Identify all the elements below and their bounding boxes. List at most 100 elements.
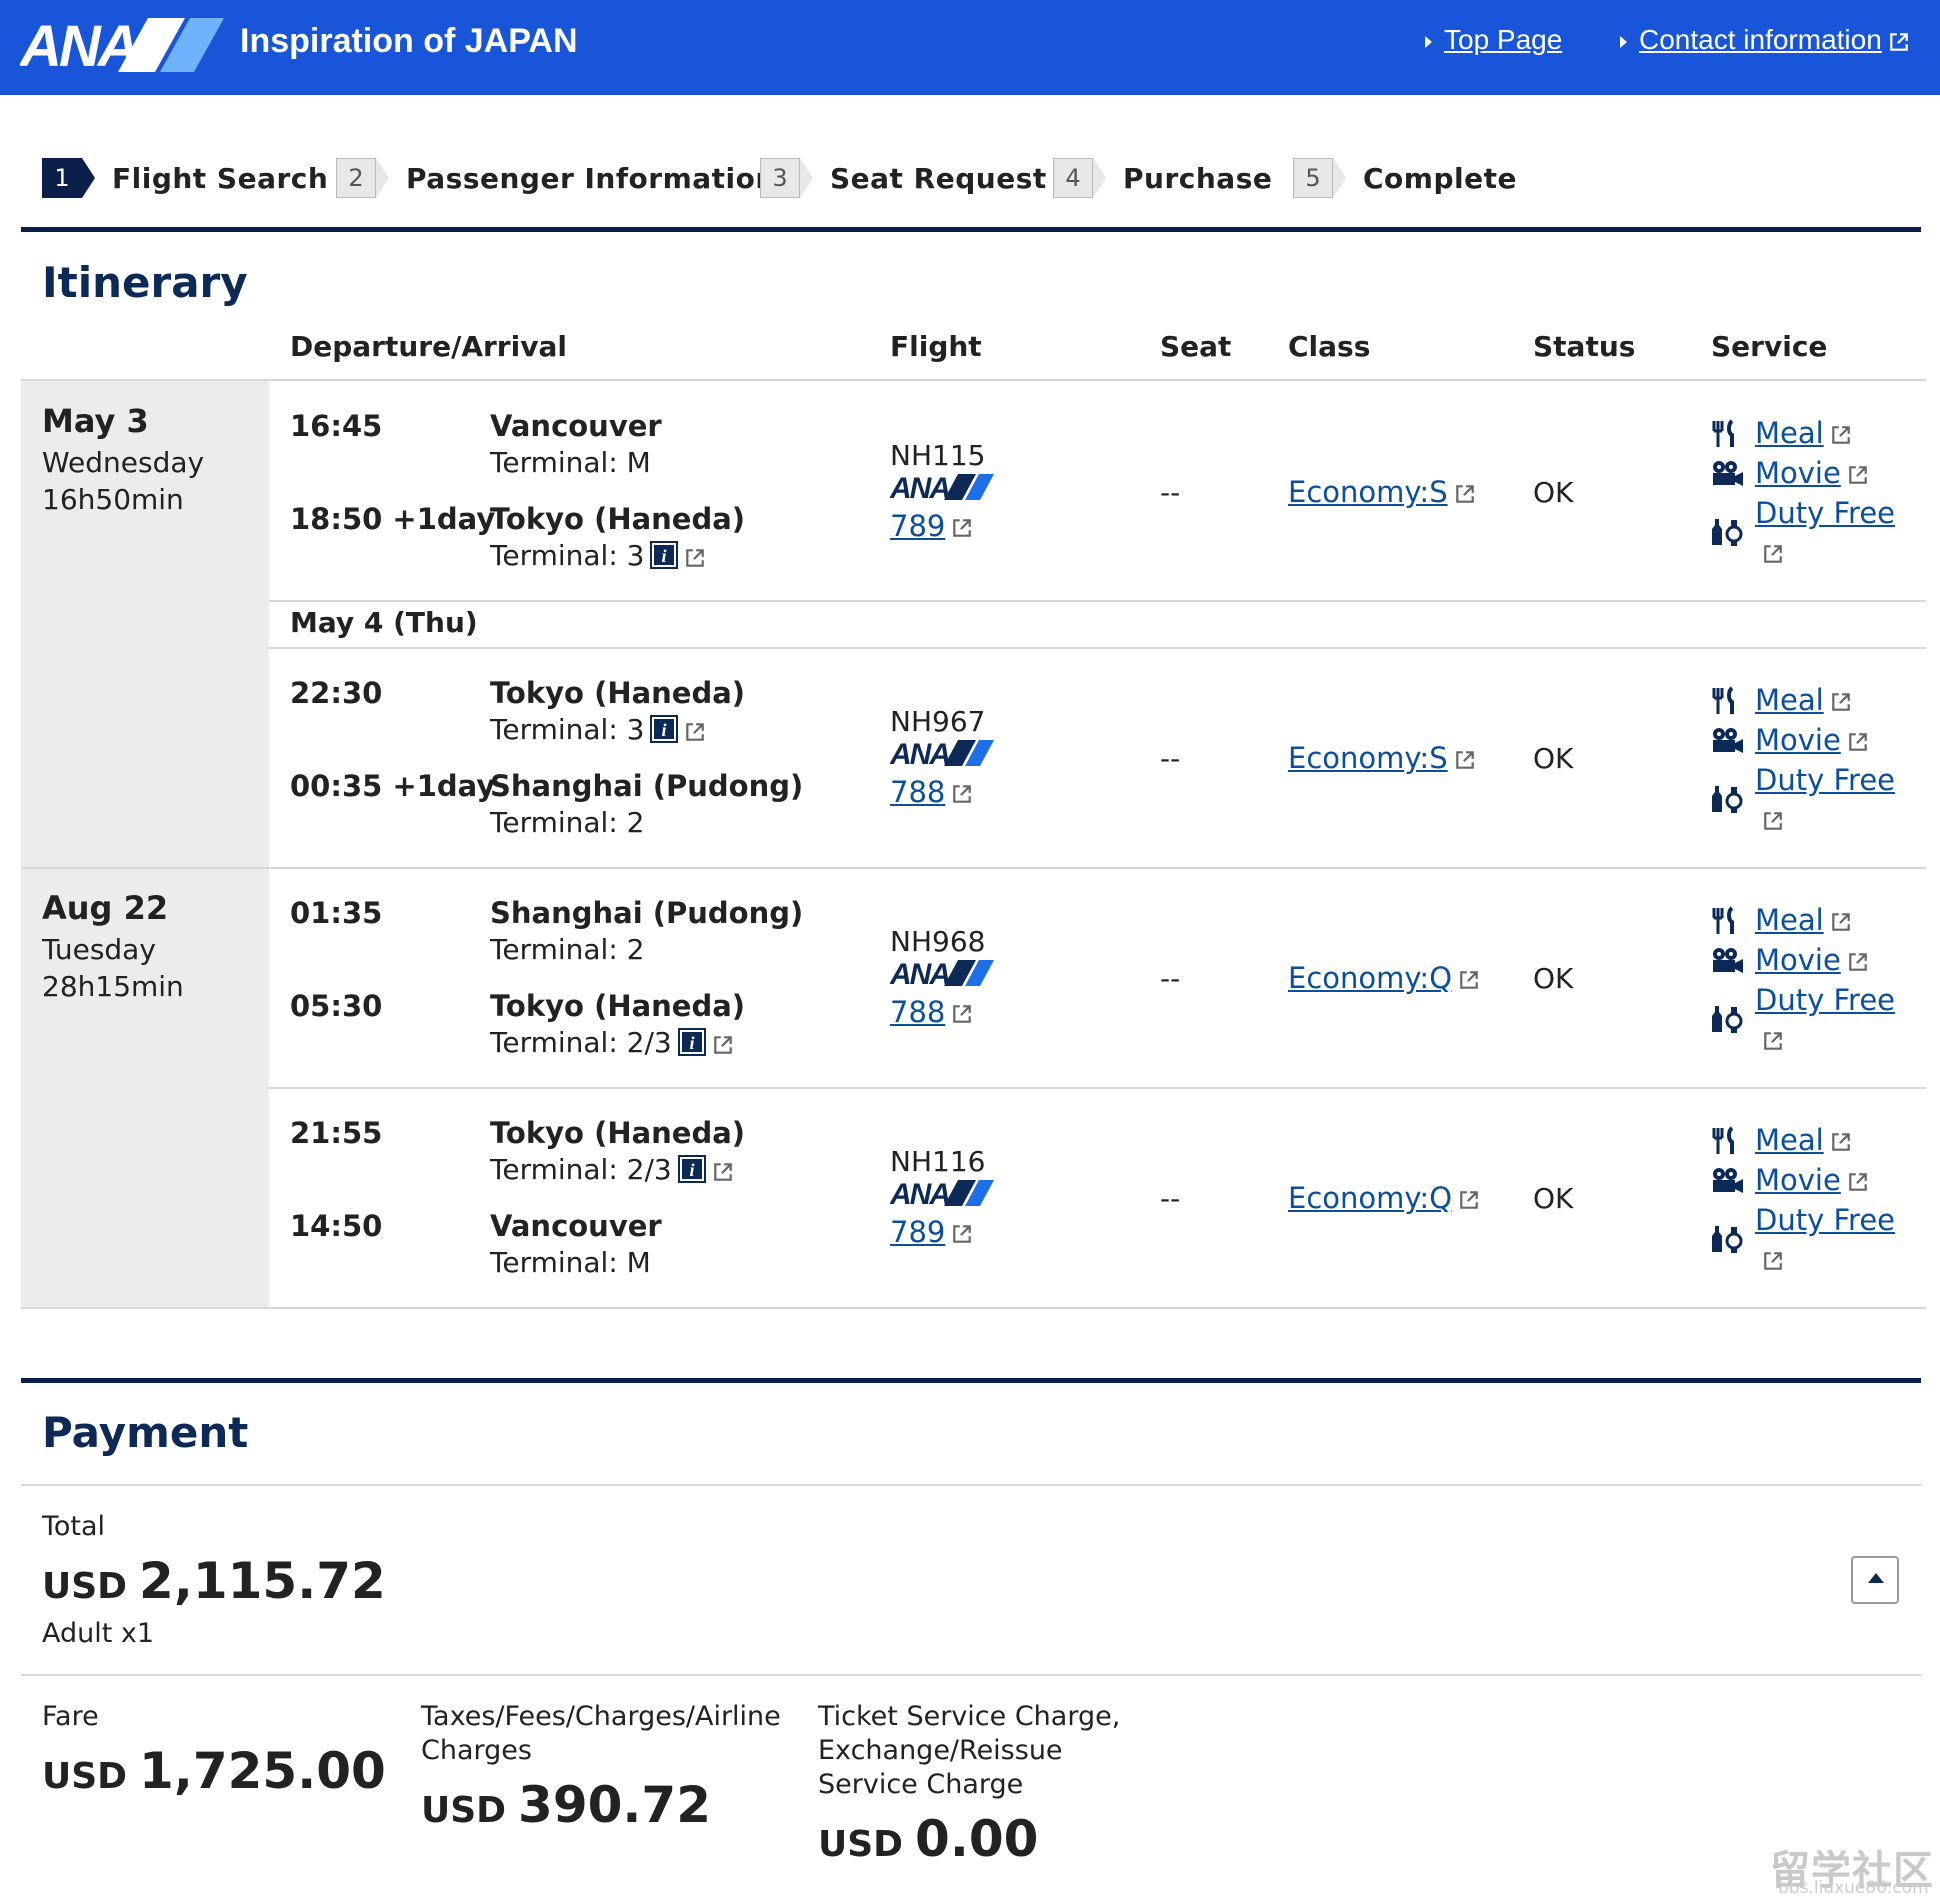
movie-camera-icon xyxy=(1713,461,1743,486)
aircraft-type-link[interactable]: 789 xyxy=(890,1215,973,1249)
trip-duration: 16h50min xyxy=(42,483,184,516)
duty-free-icon xyxy=(1712,1006,1743,1033)
triangle-right-icon xyxy=(1620,35,1627,48)
external-link-icon[interactable] xyxy=(1762,1030,1784,1052)
fare-label: Fare xyxy=(42,1701,99,1732)
step-complete: 5 Complete xyxy=(1293,158,1517,198)
status-value: OK xyxy=(1533,476,1574,509)
step-label: Complete xyxy=(1363,161,1517,195)
service-charge-amount: USD 0.00 xyxy=(818,1810,1039,1868)
table-divider xyxy=(21,1307,1926,1309)
progress-steps: 1 Flight Search 2 Passenger Information 3S… xyxy=(42,158,1922,198)
step-number: 4 xyxy=(1053,158,1106,198)
step-label: Seat Request xyxy=(830,161,1047,195)
info-icon[interactable]: i xyxy=(650,715,679,743)
step-purchase: 4 Purchase xyxy=(1053,158,1272,198)
external-link-icon[interactable] xyxy=(684,721,706,743)
watermark-url: bbs.liuxue86.com xyxy=(1778,1878,1929,1898)
movie-link[interactable]: Movie xyxy=(1755,1163,1869,1197)
duty-free-link[interactable]: Duty Free xyxy=(1755,983,1895,1017)
external-link-icon[interactable] xyxy=(684,547,706,569)
column-header-status: Status xyxy=(1533,330,1636,363)
aircraft-type-link[interactable]: 789 xyxy=(890,509,973,543)
flight-number: NH968 xyxy=(890,925,986,958)
aircraft-type-link[interactable]: 788 xyxy=(890,995,973,1029)
external-link-icon xyxy=(1831,693,1850,711)
info-icon[interactable]: i xyxy=(677,1028,706,1056)
flight-number: NH115 xyxy=(890,439,986,472)
departure-city: Vancouver xyxy=(490,409,662,443)
meal-link[interactable]: Meal xyxy=(1755,416,1852,450)
ana-airline-logo: ANA xyxy=(890,738,994,768)
top-page-link[interactable]: Top Page xyxy=(1425,24,1562,56)
svg-text:i: i xyxy=(662,546,667,566)
ana-airline-logo: ANA xyxy=(890,1178,994,1208)
arrival-terminal: Terminal: 2/3 i xyxy=(490,1026,734,1059)
seat-value: -- xyxy=(1160,962,1181,995)
departure-terminal: Terminal: 2/3 i xyxy=(490,1153,734,1186)
class-link[interactable]: Economy:S xyxy=(1288,475,1476,509)
seat-value: -- xyxy=(1160,476,1181,509)
info-icon[interactable]: i xyxy=(650,541,679,569)
arrival-time: 00:35 +1day xyxy=(290,769,496,803)
duty-free-link[interactable]: Duty Free xyxy=(1755,496,1895,530)
class-link[interactable]: Economy:Q xyxy=(1288,961,1480,995)
status-value: OK xyxy=(1533,742,1574,775)
departure-time: 01:35 xyxy=(290,896,383,930)
duty-free-icon xyxy=(1712,1226,1743,1253)
arrival-terminal: Terminal: 3i xyxy=(490,539,706,572)
contact-information-link[interactable]: Contact information xyxy=(1620,24,1910,56)
departure-time: 16:45 xyxy=(290,409,383,443)
arrival-city: Shanghai (Pudong) xyxy=(490,769,804,803)
duty-free-link[interactable]: Duty Free xyxy=(1755,1203,1895,1237)
table-divider xyxy=(269,600,1926,602)
departure-city: Shanghai (Pudong) xyxy=(490,896,804,930)
flight-number: NH967 xyxy=(890,705,986,738)
movie-camera-icon xyxy=(1713,1168,1743,1193)
arrival-city: Vancouver xyxy=(490,1209,662,1243)
meal-icon xyxy=(1712,686,1734,714)
external-link-icon xyxy=(1849,953,1867,971)
step-number: 5 xyxy=(1293,158,1346,198)
svg-text:i: i xyxy=(689,1160,694,1180)
external-link-icon xyxy=(1831,913,1850,931)
triangle-right-icon xyxy=(1425,35,1432,48)
movie-camera-icon xyxy=(1713,948,1743,973)
external-link-icon[interactable] xyxy=(712,1034,734,1056)
trip-date: May 3 xyxy=(42,402,149,440)
step-label: Passenger Information xyxy=(406,161,776,195)
header-bar: ANA Inspiration of JAPAN Top Page Contac… xyxy=(0,0,1940,95)
departure-city: Tokyo (Haneda) xyxy=(490,676,746,710)
step-number: 3 xyxy=(760,158,813,198)
movie-link[interactable]: Movie xyxy=(1755,943,1869,977)
collapse-button[interactable] xyxy=(1851,1556,1899,1604)
step-number: 2 xyxy=(336,158,389,198)
meal-link[interactable]: Meal xyxy=(1755,903,1852,937)
itinerary-heading: Itinerary xyxy=(42,258,248,307)
movie-link[interactable]: Movie xyxy=(1755,723,1869,757)
class-link[interactable]: Economy:S xyxy=(1288,741,1476,775)
movie-link[interactable]: Movie xyxy=(1755,456,1869,490)
info-icon[interactable]: i xyxy=(677,1155,706,1183)
external-link-icon[interactable] xyxy=(1762,810,1784,832)
departure-time: 21:55 xyxy=(290,1116,383,1150)
aircraft-type-link[interactable]: 788 xyxy=(890,775,973,809)
external-link-icon[interactable] xyxy=(1762,543,1784,565)
taxes-label: Taxes/Fees/Charges/Airline Charges xyxy=(421,1701,781,1766)
external-link-icon xyxy=(1455,751,1474,769)
taxes-amount: USD 390.72 xyxy=(421,1776,711,1834)
departure-terminal: Terminal: 3i xyxy=(490,713,706,746)
table-divider xyxy=(269,1087,1926,1089)
step-passenger-information: 2 Passenger Information xyxy=(336,158,776,198)
step-flight-search: 1 Flight Search xyxy=(42,158,328,198)
external-link-icon xyxy=(953,1225,972,1243)
class-link[interactable]: Economy:Q xyxy=(1288,1181,1480,1215)
departure-terminal: Terminal: M xyxy=(490,446,651,479)
ana-logo[interactable]: ANA xyxy=(20,10,225,80)
arrival-city: Tokyo (Haneda) xyxy=(490,502,746,536)
external-link-icon[interactable] xyxy=(1762,1250,1784,1272)
duty-free-link[interactable]: Duty Free xyxy=(1755,763,1895,797)
meal-link[interactable]: Meal xyxy=(1755,1123,1852,1157)
meal-link[interactable]: Meal xyxy=(1755,683,1852,717)
external-link-icon[interactable] xyxy=(712,1161,734,1183)
